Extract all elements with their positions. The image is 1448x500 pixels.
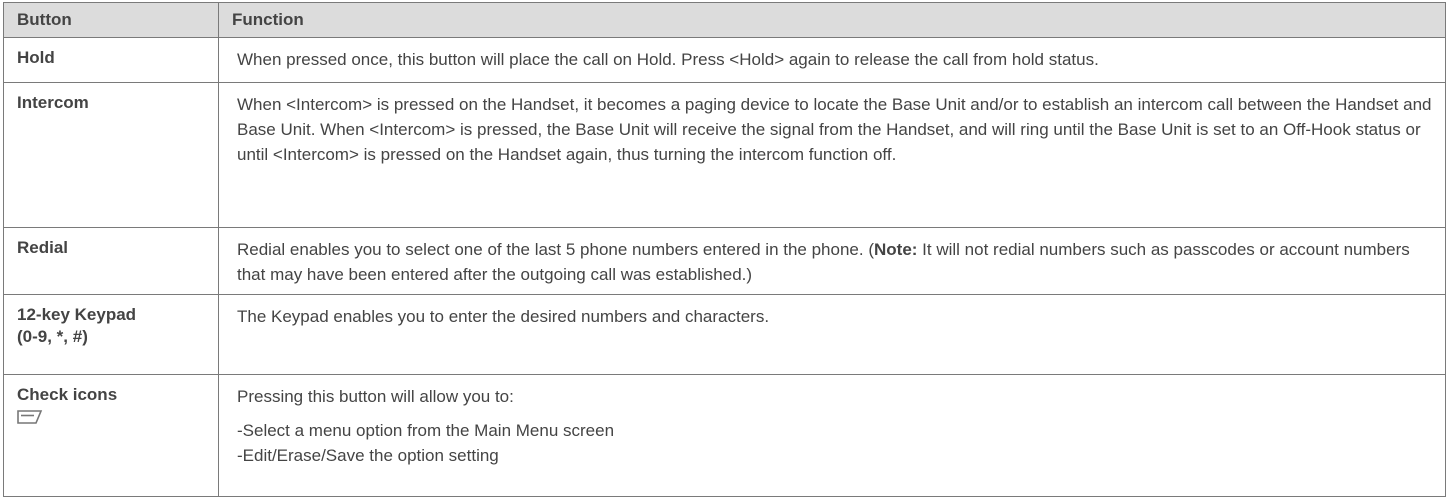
table-row: Redial Redial enables you to select one … (3, 226, 1446, 296)
table-row: 12-key Keypad (0-9, *, #) The Keypad ena… (3, 294, 1446, 375)
button-name-keypad-line1: 12-key Keypad (17, 305, 137, 325)
button-name-hold: Hold (3, 36, 219, 84)
table-row: Intercom When <Intercom> is pressed on t… (3, 82, 1446, 228)
function-keypad: The Keypad enables you to enter the desi… (218, 294, 1446, 375)
function-redial-before: Redial enables you to select one of the … (237, 239, 874, 259)
function-check-intro: Pressing this button will allow you to: (237, 386, 514, 406)
function-check-item2: -Edit/Erase/Save the option setting (237, 445, 499, 465)
button-name-check-icons: Check icons (3, 373, 219, 497)
button-function-table: Button Function Hold When pressed once, … (3, 2, 1446, 497)
function-redial-note: Note: (874, 239, 918, 259)
function-redial: Redial enables you to select one of the … (218, 226, 1446, 296)
function-check-icons: Pressing this button will allow you to: … (218, 373, 1446, 497)
button-name-keypad: 12-key Keypad (0-9, *, #) (3, 294, 219, 375)
table-row: Hold When pressed once, this button will… (3, 36, 1446, 84)
function-intercom: When <Intercom> is pressed on the Handse… (218, 82, 1446, 228)
table-row: Check icons Pressing this button will al… (3, 373, 1446, 497)
function-check-item1: -Select a menu option from the Main Menu… (237, 420, 615, 440)
header-function: Function (218, 2, 1446, 38)
button-name-keypad-line2: (0-9, *, #) (17, 327, 88, 347)
header-button: Button (3, 2, 219, 38)
table-header-row: Button Function (3, 2, 1446, 38)
check-icon (17, 409, 43, 424)
button-name-intercom: Intercom (3, 82, 219, 228)
button-name-check-label: Check icons (17, 384, 118, 404)
button-name-redial: Redial (3, 226, 219, 296)
function-hold: When pressed once, this button will plac… (218, 36, 1446, 84)
